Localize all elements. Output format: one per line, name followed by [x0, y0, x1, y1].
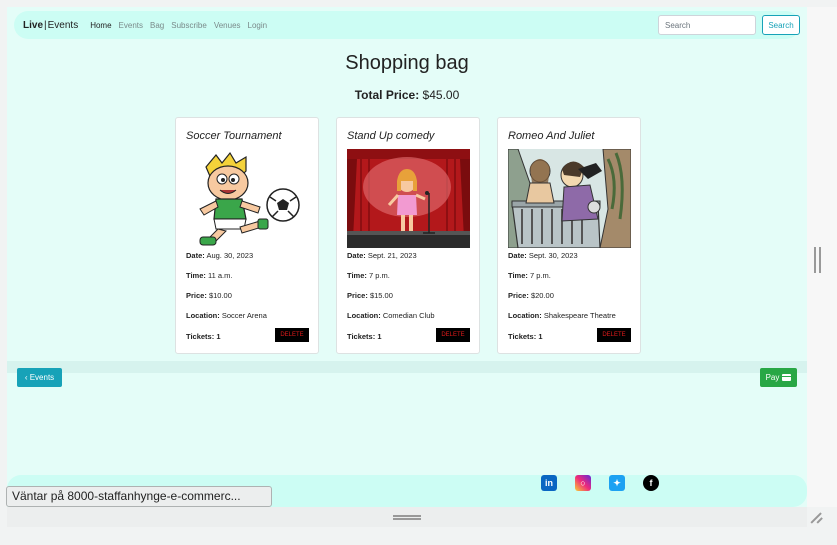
price-value: $15.00	[369, 291, 393, 300]
event-date: Date: Sept. 30, 2023	[508, 251, 578, 260]
event-date: Date: Aug. 30, 2023	[186, 251, 253, 260]
date-value: Sept. 21, 2023	[367, 251, 417, 260]
event-title: Stand Up comedy	[347, 130, 435, 142]
twitter-icon[interactable]: ✦	[609, 475, 625, 491]
bag-items: Soccer Tournament Date: Aug. 30, 2023 Ti…	[175, 117, 641, 354]
nav-link-venues[interactable]: Venues	[214, 21, 241, 30]
nav-links: Home Events Bag Subscribe Venues Login	[90, 21, 267, 30]
location-label: Location:	[347, 311, 381, 320]
price-label: Price:	[186, 291, 207, 300]
bag-item-card: Romeo And Juliet Date: Sept. 30, 2023 Ti…	[497, 117, 641, 354]
search-input[interactable]	[658, 15, 756, 35]
time-label: Time:	[508, 271, 528, 280]
location-value: Comedian Club	[382, 311, 435, 320]
event-time: Time: 11 a.m.	[186, 271, 232, 280]
location-value: Shakespeare Theatre	[543, 311, 616, 320]
tickets-value: 1	[538, 332, 543, 341]
page-title: Shopping bag	[345, 52, 469, 74]
tickets-label: Tickets:	[186, 332, 215, 341]
nav-link-home[interactable]: Home	[90, 21, 111, 30]
price-value: $20.00	[530, 291, 554, 300]
status-tooltip: Väntar på 8000-staffanhynge-e-commerc...	[6, 486, 272, 507]
navbar: Live|Events Home Events Bag Subscribe Ve…	[14, 11, 800, 39]
tickets-value: 1	[216, 332, 221, 341]
time-label: Time:	[186, 271, 206, 280]
event-price: Price: $10.00	[186, 291, 232, 300]
price-value: $10.00	[208, 291, 232, 300]
date-label: Date:	[508, 251, 527, 260]
event-image-theatre	[508, 149, 631, 248]
time-label: Time:	[347, 271, 367, 280]
browser-viewport: Live|Events Home Events Bag Subscribe Ve…	[7, 7, 807, 507]
event-image-soccer	[186, 149, 309, 248]
event-tickets: Tickets: 1	[347, 332, 381, 341]
linkedin-icon[interactable]: in	[541, 475, 557, 491]
date-value: Sept. 30, 2023	[528, 251, 578, 260]
tickets-label: Tickets:	[508, 332, 537, 341]
delete-button[interactable]: DELETE	[597, 328, 631, 342]
horizontal-resize-handle[interactable]	[393, 515, 421, 520]
resize-corner-icon[interactable]	[811, 510, 823, 522]
back-to-events-button[interactable]: ‹ Events	[17, 368, 62, 387]
chevron-left-icon: ‹	[24, 373, 28, 382]
event-image-comedy	[347, 149, 470, 248]
brand-bold: Live	[23, 19, 44, 31]
brand-logo[interactable]: Live|Events	[23, 20, 78, 31]
event-tickets: Tickets: 1	[186, 332, 220, 341]
pay-label: Pay	[765, 373, 780, 382]
event-location: Location: Shakespeare Theatre	[508, 311, 616, 320]
event-date: Date: Sept. 21, 2023	[347, 251, 417, 260]
social-links: in ○ ✦ f	[541, 475, 659, 491]
delete-button[interactable]: DELETE	[436, 328, 470, 342]
brand-rest: Events	[47, 19, 79, 31]
nav-link-events[interactable]: Events	[119, 21, 143, 30]
date-label: Date:	[347, 251, 366, 260]
event-time: Time: 7 p.m.	[508, 271, 551, 280]
nav-link-login[interactable]: Login	[248, 21, 268, 30]
event-time: Time: 7 p.m.	[347, 271, 390, 280]
date-label: Date:	[186, 251, 205, 260]
bag-item-card: Stand Up comedy Date: Sept. 21, 2023 Tim…	[336, 117, 480, 354]
section-divider	[7, 361, 807, 373]
nav-link-subscribe[interactable]: Subscribe	[171, 21, 207, 30]
location-label: Location:	[508, 311, 542, 320]
price-label: Price:	[508, 291, 529, 300]
vertical-scroll-gutter	[807, 7, 837, 507]
total-price-value: $45.00	[422, 88, 460, 102]
panel-resize-handle[interactable]	[814, 247, 821, 273]
event-location: Location: Comedian Club	[347, 311, 435, 320]
time-value: 11 a.m.	[207, 271, 233, 280]
total-price-label: Total Price:	[354, 88, 420, 102]
event-tickets: Tickets: 1	[508, 332, 542, 341]
tickets-value: 1	[377, 332, 382, 341]
search-button[interactable]: Search	[762, 15, 800, 35]
instagram-icon[interactable]: ○	[575, 475, 591, 491]
event-title: Soccer Tournament	[186, 130, 282, 142]
time-value: 7 p.m.	[529, 271, 551, 280]
location-value: Soccer Arena	[221, 311, 267, 320]
event-price: Price: $15.00	[347, 291, 393, 300]
bag-item-card: Soccer Tournament Date: Aug. 30, 2023 Ti…	[175, 117, 319, 354]
back-to-events-label: Events	[29, 373, 55, 382]
event-location: Location: Soccer Arena	[186, 311, 267, 320]
brand-separator: |	[44, 19, 47, 31]
nav-link-bag[interactable]: Bag	[150, 21, 164, 30]
location-label: Location:	[186, 311, 220, 320]
date-value: Aug. 30, 2023	[206, 251, 254, 260]
pay-button[interactable]: Pay	[760, 368, 797, 387]
delete-button[interactable]: DELETE	[275, 328, 309, 342]
event-price: Price: $20.00	[508, 291, 554, 300]
tickets-label: Tickets:	[347, 332, 376, 341]
price-label: Price:	[347, 291, 368, 300]
event-title: Romeo And Juliet	[508, 130, 595, 142]
facebook-icon[interactable]: f	[643, 475, 659, 491]
total-price: Total Price: $45.00	[7, 88, 807, 102]
credit-card-icon	[782, 374, 792, 381]
time-value: 7 p.m.	[368, 271, 390, 280]
search-form: Search	[658, 15, 800, 35]
